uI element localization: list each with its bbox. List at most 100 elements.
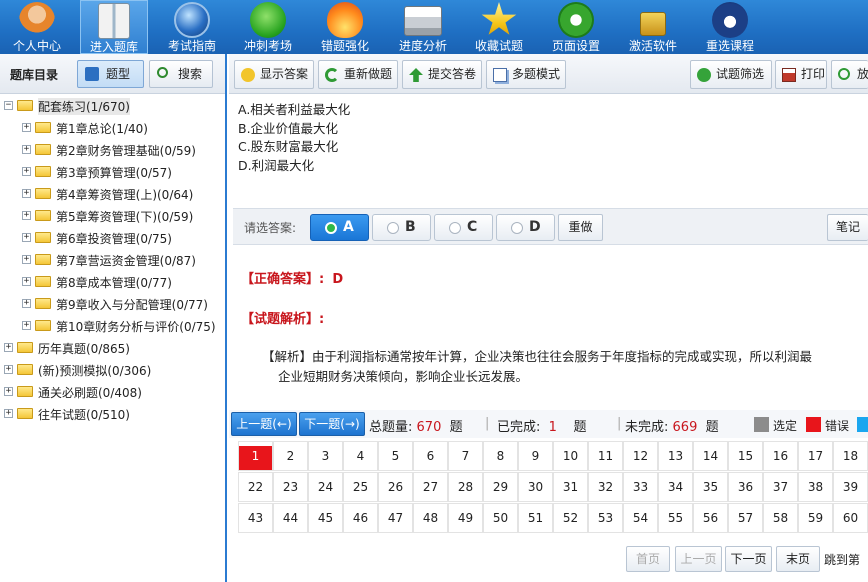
- print-button[interactable]: 打印: [775, 60, 827, 89]
- question-number-cell[interactable]: 43: [238, 503, 273, 533]
- question-number-cell[interactable]: 36: [728, 472, 763, 502]
- prev-question-button[interactable]: 上一题(←): [231, 412, 297, 436]
- next-page-button[interactable]: 下一页: [725, 546, 772, 572]
- question-number-cell[interactable]: 22: [238, 472, 273, 502]
- question-number-cell[interactable]: 2: [273, 441, 308, 471]
- question-number-cell[interactable]: 17: [798, 441, 833, 471]
- answer-option-b[interactable]: B: [372, 214, 431, 241]
- question-number-cell[interactable]: 34: [658, 472, 693, 502]
- question-number-cell[interactable]: 38: [798, 472, 833, 502]
- search-button[interactable]: 搜索: [149, 60, 213, 88]
- question-number-cell[interactable]: 50: [483, 503, 518, 533]
- multi-question-mode-button[interactable]: 多题模式: [486, 60, 566, 89]
- question-type-button[interactable]: 题型: [77, 60, 144, 88]
- nav-page-settings[interactable]: 页面设置: [540, 0, 612, 54]
- prev-page-button[interactable]: 上一页: [675, 546, 722, 572]
- question-number-cell[interactable]: 51: [518, 503, 553, 533]
- question-number-cell[interactable]: 29: [483, 472, 518, 502]
- question-number-cell[interactable]: 39: [833, 472, 868, 502]
- question-number-cell[interactable]: 60: [833, 503, 868, 533]
- question-number-cell[interactable]: 6: [413, 441, 448, 471]
- question-number-cell[interactable]: 37: [763, 472, 798, 502]
- nav-reselect-course[interactable]: 重选课程: [694, 0, 766, 54]
- question-number-cell[interactable]: 11: [588, 441, 623, 471]
- question-number-cell[interactable]: 9: [518, 441, 553, 471]
- question-number-cell[interactable]: 31: [553, 472, 588, 502]
- question-number-cell[interactable]: 35: [693, 472, 728, 502]
- question-number-cell[interactable]: 52: [553, 503, 588, 533]
- answer-option-c[interactable]: C: [434, 214, 493, 241]
- question-number-cell[interactable]: 44: [273, 503, 308, 533]
- expand-toggle[interactable]: +: [4, 365, 13, 374]
- expand-toggle[interactable]: +: [22, 233, 31, 242]
- question-number-cell[interactable]: 10: [553, 441, 588, 471]
- first-page-button[interactable]: 首页: [626, 546, 670, 572]
- nav-exam-guide[interactable]: 考试指南: [156, 0, 228, 54]
- expand-toggle[interactable]: +: [22, 255, 31, 264]
- next-question-button[interactable]: 下一题(→): [299, 412, 365, 436]
- expand-toggle[interactable]: +: [4, 343, 13, 352]
- nav-enter-bank[interactable]: 进入题库: [80, 0, 148, 54]
- expand-toggle[interactable]: +: [4, 409, 13, 418]
- question-number-cell[interactable]: 12: [623, 441, 658, 471]
- question-number-cell[interactable]: 46: [343, 503, 378, 533]
- question-number-cell[interactable]: 33: [623, 472, 658, 502]
- question-number-cell[interactable]: 3: [308, 441, 343, 471]
- nav-personal-center[interactable]: 个人中心: [0, 0, 74, 54]
- question-number-cell[interactable]: 27: [413, 472, 448, 502]
- expand-toggle[interactable]: +: [22, 145, 31, 154]
- question-number-cell[interactable]: 13: [658, 441, 693, 471]
- question-number-cell[interactable]: 49: [448, 503, 483, 533]
- question-number-cell[interactable]: 5: [378, 441, 413, 471]
- expand-toggle[interactable]: +: [22, 189, 31, 198]
- question-number-cell[interactable]: 15: [728, 441, 763, 471]
- question-number-cell[interactable]: 48: [413, 503, 448, 533]
- question-number-cell[interactable]: 59: [798, 503, 833, 533]
- question-number-cell[interactable]: 47: [378, 503, 413, 533]
- expand-toggle[interactable]: +: [22, 321, 31, 330]
- expand-toggle[interactable]: +: [22, 211, 31, 220]
- question-number-cell[interactable]: 30: [518, 472, 553, 502]
- question-number-cell[interactable]: 28: [448, 472, 483, 502]
- question-number-cell[interactable]: 26: [378, 472, 413, 502]
- expand-toggle[interactable]: +: [22, 299, 31, 308]
- redo-button[interactable]: 重做: [558, 214, 603, 241]
- expand-toggle[interactable]: +: [22, 277, 31, 286]
- question-number-cell[interactable]: 55: [658, 503, 693, 533]
- nav-sprint-exam[interactable]: 冲刺考场: [232, 0, 304, 54]
- submit-answers-button[interactable]: 提交答卷: [402, 60, 482, 89]
- nav-activate-software[interactable]: 激活软件: [616, 0, 690, 54]
- question-number-cell[interactable]: 1: [238, 441, 273, 471]
- nav-progress-analysis[interactable]: 进度分析: [386, 0, 460, 54]
- answer-option-d[interactable]: D: [496, 214, 555, 241]
- nav-favorites[interactable]: 收藏试题: [464, 0, 534, 54]
- question-number-cell[interactable]: 57: [728, 503, 763, 533]
- collapse-toggle[interactable]: −: [4, 101, 13, 110]
- zoom-button[interactable]: 放: [831, 60, 868, 89]
- question-number-cell[interactable]: 7: [448, 441, 483, 471]
- question-number-cell[interactable]: 54: [623, 503, 658, 533]
- question-number-cell[interactable]: 25: [343, 472, 378, 502]
- expand-toggle[interactable]: +: [22, 167, 31, 176]
- expand-toggle[interactable]: +: [4, 387, 13, 396]
- redo-questions-button[interactable]: 重新做题: [318, 60, 398, 89]
- question-number-cell[interactable]: 58: [763, 503, 798, 533]
- question-number-cell[interactable]: 4: [343, 441, 378, 471]
- expand-toggle[interactable]: +: [22, 123, 31, 132]
- question-number-cell[interactable]: 53: [588, 503, 623, 533]
- show-answer-button[interactable]: 显示答案: [234, 60, 314, 89]
- question-number-cell[interactable]: 14: [693, 441, 728, 471]
- filter-questions-button[interactable]: 试题筛选: [690, 60, 772, 89]
- question-number-cell[interactable]: 23: [273, 472, 308, 502]
- last-page-button[interactable]: 末页: [776, 546, 820, 572]
- question-number-cell[interactable]: 16: [763, 441, 798, 471]
- question-number-cell[interactable]: 32: [588, 472, 623, 502]
- question-number-cell[interactable]: 8: [483, 441, 518, 471]
- question-number-cell[interactable]: 18: [833, 441, 868, 471]
- answer-option-a[interactable]: A: [310, 214, 369, 241]
- question-number-cell[interactable]: 56: [693, 503, 728, 533]
- nav-wrong-questions[interactable]: 错题强化: [308, 0, 382, 54]
- question-number-cell[interactable]: 45: [308, 503, 343, 533]
- question-number-cell[interactable]: 24: [308, 472, 343, 502]
- notes-button[interactable]: 笔记: [827, 214, 868, 241]
